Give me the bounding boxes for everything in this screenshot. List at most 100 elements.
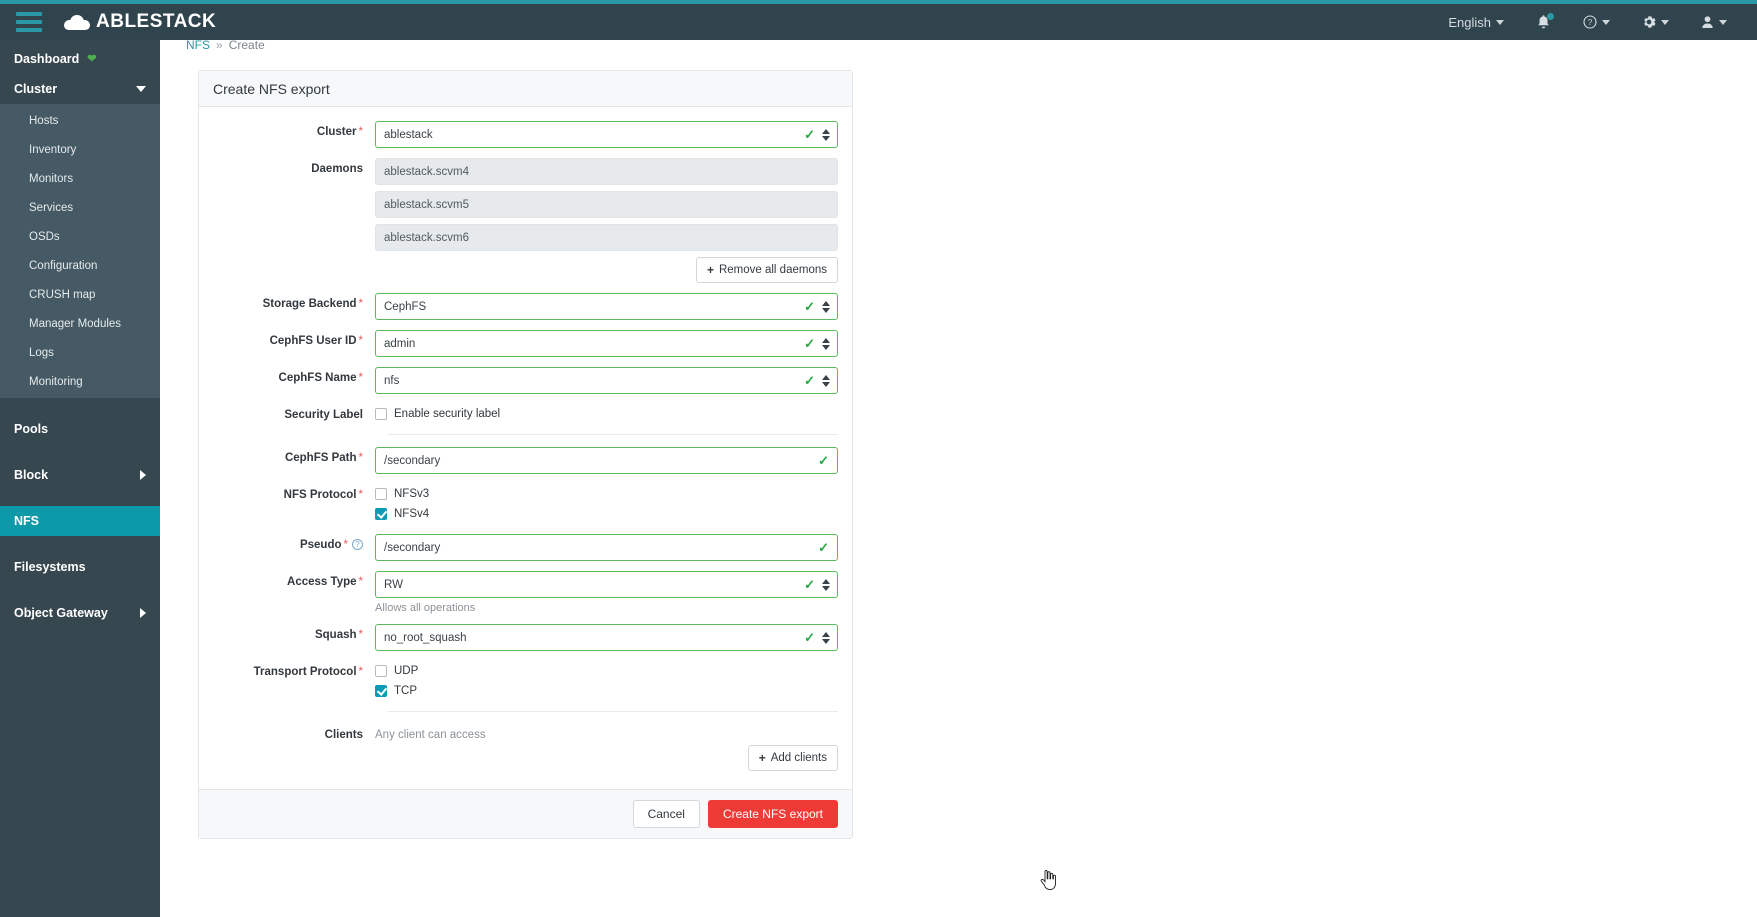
- checkbox-box-checked: [375, 508, 387, 520]
- breadcrumb-root[interactable]: NFS: [186, 38, 210, 52]
- sidebar-item-inventory[interactable]: Inventory: [0, 135, 160, 164]
- required-asterisk: *: [358, 372, 363, 384]
- checkbox-label: TCP: [394, 685, 417, 697]
- label-daemons: Daemons: [213, 158, 375, 175]
- pseudo-value: /secondary: [384, 541, 441, 554]
- daemon-item[interactable]: ablestack.scvm4: [375, 158, 838, 185]
- enable-security-label-checkbox[interactable]: Enable security label: [375, 404, 838, 424]
- label-transport-protocol: Transport Protocol *: [213, 661, 375, 678]
- nfsv3-checkbox[interactable]: NFSv3: [375, 484, 838, 504]
- valid-check-icon: ✓: [804, 629, 815, 645]
- sidebar-item-manager-modules[interactable]: Manager Modules: [0, 309, 160, 338]
- required-asterisk: *: [358, 629, 363, 641]
- cephfs-path-input[interactable]: /secondary ✓: [375, 447, 838, 474]
- sidebar-item-block[interactable]: Block: [0, 460, 160, 490]
- sidebar-item-pools[interactable]: Pools: [0, 414, 160, 444]
- required-asterisk: *: [343, 539, 348, 551]
- sidebar-item-object-gateway[interactable]: Object Gateway: [0, 598, 160, 628]
- notifications-button[interactable]: [1520, 4, 1567, 40]
- add-clients-label: Add clients: [770, 752, 827, 764]
- sidebar-item-monitoring[interactable]: Monitoring: [0, 367, 160, 396]
- top-navbar: ABLESTACK English ?: [0, 4, 1757, 40]
- help-icon[interactable]: ?: [352, 539, 363, 550]
- add-clients-button[interactable]: + Add clients: [747, 745, 838, 771]
- sidebar-item-monitors[interactable]: Monitors: [0, 164, 160, 193]
- brand-logo[interactable]: ABLESTACK: [64, 11, 216, 33]
- sidebar-submenu-cluster: Hosts Inventory Monitors Services OSDs C…: [0, 104, 160, 398]
- required-asterisk: *: [358, 666, 363, 678]
- field-row-cephfs-path: CephFS Path * /secondary ✓: [213, 447, 838, 474]
- label-cephfs-path: CephFS Path *: [213, 447, 375, 464]
- storage-backend-value: CephFS: [384, 300, 427, 313]
- access-type-hint: Allows all operations: [375, 602, 476, 614]
- plus-icon: +: [706, 263, 714, 277]
- sidebar-item-hosts[interactable]: Hosts: [0, 106, 160, 135]
- help-menu[interactable]: ?: [1567, 4, 1626, 40]
- remove-all-daemons-label: Remove all daemons: [718, 264, 827, 276]
- sidebar-item-configuration[interactable]: Configuration: [0, 251, 160, 280]
- select-arrows-icon: [822, 631, 830, 644]
- field-row-cephfs-name: CephFS Name * nfs ✓: [213, 367, 838, 394]
- access-type-select[interactable]: RW ✓: [375, 571, 838, 598]
- sidebar-item-services[interactable]: Services: [0, 193, 160, 222]
- pseudo-input[interactable]: /secondary ✓: [375, 534, 838, 561]
- sidebar-item-cluster[interactable]: Cluster: [0, 74, 160, 104]
- udp-checkbox[interactable]: UDP: [375, 661, 838, 681]
- field-row-transport-protocol: Transport Protocol * UDP TCP: [213, 661, 838, 701]
- select-arrows-icon: [822, 578, 830, 591]
- sidebar-item-dashboard[interactable]: Dashboard ❤: [0, 44, 160, 74]
- select-arrows-icon: [822, 300, 830, 313]
- field-row-storage-backend: Storage Backend * CephFS ✓: [213, 293, 838, 320]
- sidebar-item-osds[interactable]: OSDs: [0, 222, 160, 251]
- checkbox-box-checked: [375, 685, 387, 697]
- cephfs-name-select[interactable]: nfs ✓: [375, 367, 838, 394]
- sidebar-subitem-label: Inventory: [29, 143, 77, 156]
- sidebar-subitem-label: OSDs: [29, 230, 60, 243]
- sidebar-subitem-label: CRUSH map: [29, 288, 96, 301]
- chevron-right-icon: [140, 608, 146, 618]
- daemon-item[interactable]: ablestack.scvm6: [375, 224, 838, 251]
- hamburger-icon[interactable]: [16, 12, 42, 32]
- daemon-name: ablestack.scvm4: [384, 165, 470, 178]
- remove-all-daemons-button[interactable]: + Remove all daemons: [695, 257, 838, 283]
- checkbox-label: UDP: [394, 665, 419, 677]
- card-body: Cluster * ablestack ✓ Daemons ablestack.s…: [199, 107, 852, 789]
- sidebar-item-crush-map[interactable]: CRUSH map: [0, 280, 160, 309]
- cluster-select[interactable]: ablestack ✓: [375, 121, 838, 148]
- valid-check-icon: ✓: [804, 576, 815, 592]
- valid-check-icon: ✓: [804, 335, 815, 351]
- select-arrows-icon: [822, 337, 830, 350]
- label-security-label: Security Label: [213, 404, 375, 421]
- clients-actions: + Add clients: [375, 745, 838, 771]
- heart-icon: ❤: [87, 52, 97, 65]
- valid-check-icon: ✓: [804, 126, 815, 142]
- squash-select[interactable]: no_root_squash ✓: [375, 624, 838, 651]
- chevron-down-icon: [1496, 19, 1504, 25]
- settings-menu[interactable]: [1626, 4, 1685, 40]
- cephfs-user-id-value: admin: [384, 337, 416, 350]
- brand-name: ABLESTACK: [96, 11, 217, 32]
- tcp-checkbox[interactable]: TCP: [375, 681, 838, 701]
- sidebar-subitem-label: Configuration: [29, 259, 98, 272]
- checkbox-box: [375, 665, 387, 677]
- storage-backend-select[interactable]: CephFS ✓: [375, 293, 838, 320]
- label-text: CephFS Name: [278, 372, 357, 384]
- valid-check-icon: ✓: [804, 298, 815, 314]
- sidebar-item-logs[interactable]: Logs: [0, 338, 160, 367]
- user-icon: [1702, 16, 1713, 29]
- sidebar-item-nfs[interactable]: NFS: [0, 506, 160, 536]
- label-cluster: Cluster *: [213, 121, 375, 138]
- sidebar-item-filesystems[interactable]: Filesystems: [0, 552, 160, 582]
- cephfs-user-id-select[interactable]: admin ✓: [375, 330, 838, 357]
- required-asterisk: *: [358, 126, 363, 138]
- language-selector[interactable]: English: [1432, 4, 1520, 40]
- cancel-button[interactable]: Cancel: [632, 800, 700, 828]
- label-text: Security Label: [284, 409, 363, 421]
- user-menu[interactable]: [1685, 4, 1743, 40]
- nfsv4-checkbox[interactable]: NFSv4: [375, 504, 838, 524]
- create-nfs-export-button[interactable]: Create NFS export: [707, 800, 838, 828]
- daemon-item[interactable]: ablestack.scvm5: [375, 191, 838, 218]
